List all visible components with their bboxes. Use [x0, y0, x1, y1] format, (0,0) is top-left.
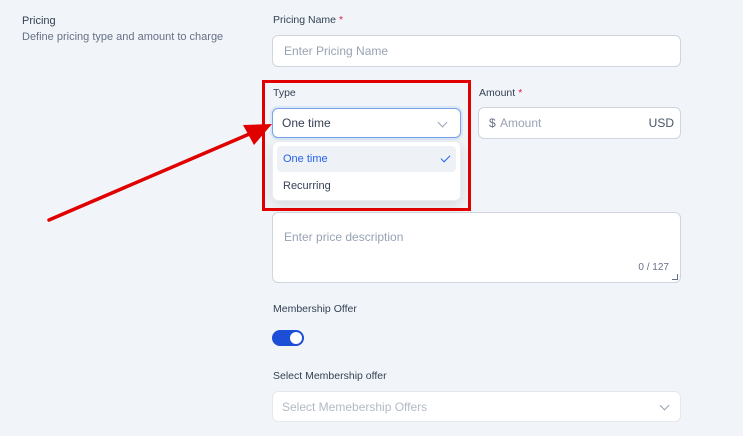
amount-placeholder: Amount [500, 116, 542, 130]
amount-input[interactable]: $ Amount USD [478, 107, 681, 139]
type-option-one-time[interactable]: One time [277, 146, 456, 172]
required-mark: * [518, 87, 523, 99]
amount-label-text: Amount [479, 87, 516, 99]
pricing-name-input[interactable]: Enter Pricing Name [272, 35, 681, 67]
pricing-name-label-text: Pricing Name [273, 14, 337, 26]
type-option-label: Recurring [283, 180, 331, 192]
pricing-name-placeholder: Enter Pricing Name [284, 44, 389, 58]
resize-handle-icon[interactable] [672, 274, 678, 280]
chevron-down-icon [437, 117, 448, 128]
membership-offer-select[interactable]: Select Memebership Offers [272, 391, 681, 422]
check-icon [440, 152, 451, 163]
pricing-form-page: Pricing Define pricing type and amount t… [0, 0, 743, 436]
toggle-knob [290, 332, 302, 344]
amount-label: Amount * [479, 87, 522, 99]
type-option-recurring[interactable]: Recurring [277, 173, 456, 199]
description-placeholder: Enter price description [284, 230, 404, 244]
currency-symbol: $ [489, 116, 496, 130]
required-mark: * [339, 14, 344, 26]
section-title: Pricing [22, 15, 56, 27]
type-option-label: One time [283, 153, 328, 165]
character-counter: 0 / 127 [638, 262, 669, 273]
membership-offer-toggle[interactable] [272, 330, 304, 346]
section-description: Define pricing type and amount to charge [22, 31, 224, 43]
currency-code: USD [648, 116, 674, 130]
select-membership-label: Select Membership offer [273, 370, 387, 382]
membership-select-placeholder: Select Memebership Offers [282, 399, 428, 414]
chevron-down-icon [659, 400, 670, 411]
membership-offer-label: Membership Offer [273, 303, 357, 315]
type-label: Type [273, 87, 296, 99]
type-selected-value: One time [282, 116, 331, 130]
type-select[interactable]: One time [272, 108, 461, 138]
price-description-textarea[interactable]: Enter price description 0 / 127 [272, 212, 681, 283]
pricing-name-label: Pricing Name * [273, 14, 343, 26]
type-dropdown-menu: One time Recurring [272, 141, 461, 201]
